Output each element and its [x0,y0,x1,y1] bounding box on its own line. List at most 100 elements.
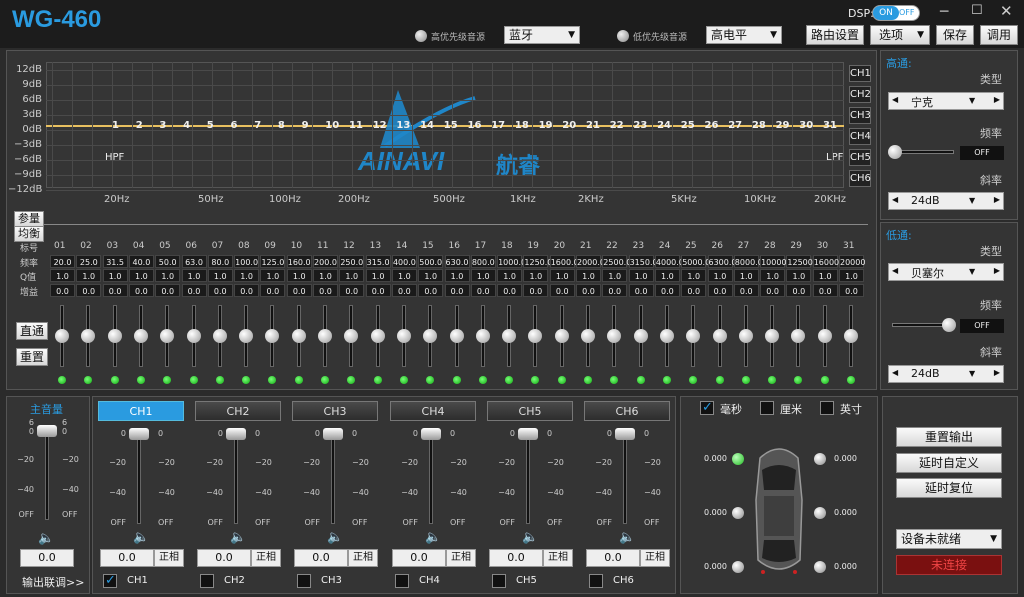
eq-band-marker[interactable]: 2 [136,120,143,131]
eq-cell-gain[interactable]: 0.0 [313,284,338,297]
eq-cell-freqs[interactable]: 6300.0 [707,255,737,268]
eq-cell-freqs[interactable]: 2500.0 [602,255,631,268]
eq-band-marker[interactable]: 1 [112,120,119,131]
eq-cell-gain[interactable]: 0.0 [681,284,707,297]
speaker-position-icon[interactable] [814,453,826,465]
lowpass-slope-spinner[interactable]: ◀ 24dB ▼ ▶ [888,365,1004,383]
graph-channel-ch6[interactable]: CH6 [849,170,871,187]
eq-cell-q[interactable]: 1.0 [628,269,654,282]
arrow-left-icon[interactable]: ◀ [892,266,898,275]
eq-cell-freqs[interactable]: 5000.0 [681,255,710,268]
arrow-left-icon[interactable]: ◀ [892,95,898,104]
eq-band-marker[interactable]: 28 [752,120,766,131]
eq-cell-q[interactable]: 1.0 [76,269,102,282]
link-checkbox-ch4[interactable] [395,574,409,588]
eq-band-marker[interactable]: 23 [633,120,647,131]
eq-band-marker[interactable]: 29 [776,120,790,131]
graph-channel-ch4[interactable]: CH4 [849,128,871,145]
eq-cell-freqs[interactable]: 20000 [839,255,865,268]
eq-cell-gain[interactable]: 0.0 [50,284,75,297]
options-button[interactable]: 选项 ▼ [870,25,930,45]
eq-cell-gain[interactable]: 0.0 [391,284,417,297]
eq-cell-q[interactable]: 1.0 [155,269,181,282]
eq-cell-gain[interactable]: 0.0 [707,284,733,297]
eq-cell-freqs[interactable]: 80.0 [207,255,233,268]
channel-volume-value[interactable]: 0.0 [586,549,640,567]
channel-fader-knob[interactable] [129,428,149,440]
eq-fader-knob[interactable] [396,329,411,343]
eq-cell-freqs[interactable]: 4000.0 [654,255,684,268]
eq-band-marker[interactable]: 21 [586,120,600,131]
channel-fader-knob[interactable] [518,428,538,440]
connect-status-button[interactable]: 未连接 [896,555,1002,575]
eq-band-marker[interactable]: 5 [207,120,214,131]
arrow-right-icon[interactable]: ▶ [994,195,1000,204]
eq-cell-freqs[interactable]: 1600.0 [549,255,579,268]
eq-cell-gain[interactable]: 0.0 [234,284,260,297]
device-select[interactable]: 设备未就绪 ▼ [896,529,1002,549]
eq-cell-q[interactable]: 1.0 [391,269,417,282]
speaker-position-icon[interactable] [814,507,826,519]
eq-cell-q[interactable]: 1.0 [128,269,154,282]
phase-button[interactable]: 正相 [251,549,281,567]
eq-cell-freqs[interactable]: 25.0 [76,255,102,268]
eq-cell-gain[interactable]: 0.0 [207,284,233,297]
unit-ms-checkbox[interactable] [700,400,714,415]
low-priority-radio[interactable] [617,30,629,42]
eq-band-marker[interactable]: 10 [325,120,339,131]
maximize-icon[interactable]: ☐ [971,3,983,18]
eq-cell-freqs[interactable]: 63.0 [181,255,207,268]
eq-cell-freqs[interactable]: 400.0 [391,255,417,268]
eq-cell-gain[interactable]: 0.0 [470,284,496,297]
high-priority-radio[interactable] [415,30,427,42]
arrow-left-icon[interactable]: ◀ [892,368,898,377]
eq-fader-knob[interactable] [502,329,517,343]
eq-cell-freqs[interactable]: 50.0 [155,255,181,268]
channel-fader-knob[interactable] [615,428,635,440]
unit-inch-checkbox[interactable] [820,401,834,415]
lowpass-type-spinner[interactable]: ◀ 贝塞尔 ▼ ▶ [888,263,1004,281]
speaker-icon[interactable]: 🔈 [522,530,538,545]
eq-cell-q[interactable]: 1.0 [812,269,838,282]
delay-reset-button[interactable]: 延时复位 [896,478,1002,498]
channel-fader-knob[interactable] [323,428,343,440]
eq-cell-freqs[interactable]: 1000.0 [497,255,526,268]
speaker-icon[interactable]: 🔈 [425,530,441,545]
channel-fader-track[interactable] [429,432,433,524]
close-icon[interactable]: ✕ [1000,2,1013,20]
speaker-delay-value[interactable]: 0.000 [834,508,857,517]
eq-cell-freqs[interactable]: 10000 [760,255,787,268]
tab-param[interactable]: 参量 [14,211,44,227]
channel-volume-value[interactable]: 0.0 [392,549,446,567]
eq-band-marker[interactable]: 7 [254,120,261,131]
channel-volume-value[interactable]: 0.0 [100,549,154,567]
eq-cell-freqs[interactable]: 125.0 [260,255,286,268]
eq-cell-q[interactable]: 1.0 [470,269,496,282]
arrow-right-icon[interactable]: ▶ [994,368,1000,377]
save-button[interactable]: 保存 [936,25,974,45]
speaker-icon[interactable]: 🔈 [230,530,246,545]
eq-fader-knob[interactable] [712,329,727,343]
eq-band-marker[interactable]: 25 [681,120,695,131]
eq-cell-q[interactable]: 1.0 [260,269,286,282]
arrow-right-icon[interactable]: ▶ [994,95,1000,104]
eq-fader-knob[interactable] [107,329,122,343]
eq-cell-gain[interactable]: 0.0 [128,284,154,297]
channel-fader-track[interactable] [623,432,627,524]
eq-cell-freqs[interactable]: 31.5 [102,255,128,268]
eq-cell-freqs[interactable]: 1250.0 [523,255,552,268]
speaker-delay-value[interactable]: 0.000 [834,562,857,571]
channel-volume-value[interactable]: 0.0 [294,549,348,567]
eq-cell-freqs[interactable]: 200.0 [313,255,338,268]
eq-fader-knob[interactable] [449,329,464,343]
eq-cell-q[interactable]: 1.0 [207,269,233,282]
eq-cell-q[interactable]: 1.0 [733,269,759,282]
link-checkbox-ch2[interactable] [200,574,214,588]
link-checkbox-ch3[interactable] [297,574,311,588]
eq-band-marker[interactable]: 8 [278,120,285,131]
arrow-right-icon[interactable]: ▶ [994,266,1000,275]
eq-band-marker[interactable]: 24 [657,120,671,131]
eq-cell-q[interactable]: 1.0 [444,269,470,282]
eq-cell-gain[interactable]: 0.0 [733,284,759,297]
eq-band-marker[interactable]: 9 [302,120,309,131]
